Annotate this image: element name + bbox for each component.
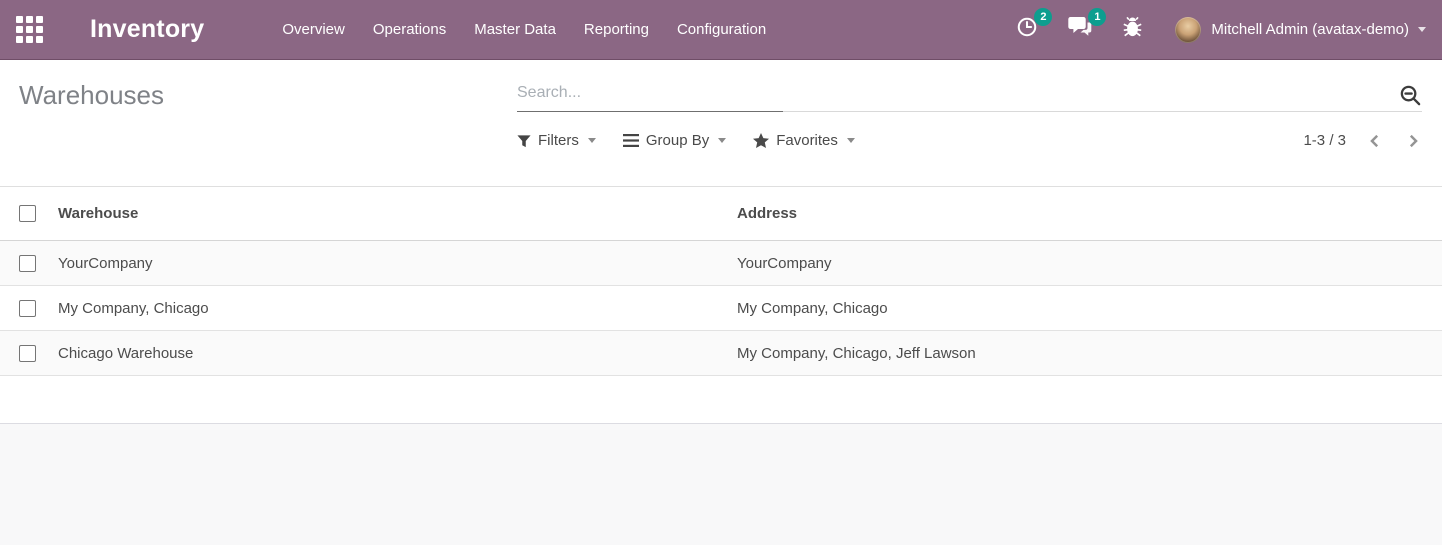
row-checkbox[interactable] (19, 345, 36, 362)
cell-address[interactable]: My Company, Chicago, Jeff Lawson (719, 331, 1442, 376)
filter-toolbar: Filters Group By Favorites (517, 132, 882, 149)
cell-warehouse[interactable]: Chicago Warehouse (40, 331, 719, 376)
page-title: Warehouses (19, 80, 164, 111)
pager-previous-button[interactable] (1368, 134, 1382, 148)
user-menu[interactable]: Mitchell Admin (avatax-demo) (1175, 17, 1426, 43)
menu-item-operations[interactable]: Operations (359, 0, 460, 60)
caret-down-icon (588, 138, 596, 143)
messages-badge: 1 (1088, 8, 1106, 26)
menu-item-configuration[interactable]: Configuration (663, 0, 780, 60)
row-checkbox[interactable] (19, 255, 36, 272)
row-checkbox-cell (0, 331, 40, 376)
activities-badge: 2 (1034, 8, 1052, 26)
cell-warehouse[interactable]: YourCompany (40, 241, 719, 286)
select-all-cell (0, 187, 40, 241)
user-avatar (1175, 17, 1201, 43)
top-navbar: Inventory Overview Operations Master Dat… (0, 0, 1442, 60)
pager-next-button[interactable] (1406, 134, 1420, 148)
caret-down-icon (847, 138, 855, 143)
filters-dropdown[interactable]: Filters (517, 132, 596, 149)
row-checkbox-cell (0, 286, 40, 331)
search-icon[interactable] (1399, 84, 1422, 107)
favorites-dropdown[interactable]: Favorites (753, 132, 855, 149)
control-panel: Warehouses Filters (0, 60, 1442, 186)
main-menu: Overview Operations Master Data Reportin… (268, 0, 780, 60)
user-name: Mitchell Admin (avatax-demo) (1211, 21, 1409, 38)
chevron-right-icon (1406, 136, 1420, 151)
table-row[interactable]: Chicago Warehouse My Company, Chicago, J… (0, 331, 1442, 376)
menu-item-overview[interactable]: Overview (268, 0, 359, 60)
warehouses-table: Warehouse Address YourCompany YourCompan… (0, 186, 1442, 376)
main-content: Warehouses Filters (0, 60, 1442, 424)
cell-warehouse[interactable]: My Company, Chicago (40, 286, 719, 331)
activities-button[interactable]: 2 (1016, 16, 1038, 43)
funnel-icon (517, 134, 531, 148)
menu-item-master-data[interactable]: Master Data (460, 0, 570, 60)
column-header-warehouse[interactable]: Warehouse (40, 187, 719, 241)
bug-icon (1122, 16, 1143, 43)
pager: 1-3 / 3 (1303, 132, 1420, 149)
row-checkbox[interactable] (19, 300, 36, 317)
caret-down-icon (718, 138, 726, 143)
warehouse-table-body: YourCompany YourCompany My Company, Chic… (0, 241, 1442, 376)
group-by-label: Group By (646, 132, 709, 149)
messages-button[interactable]: 1 (1068, 16, 1092, 43)
table-row[interactable]: YourCompany YourCompany (0, 241, 1442, 286)
app-title[interactable]: Inventory (90, 15, 204, 44)
group-by-dropdown[interactable]: Group By (623, 132, 726, 149)
chevron-left-icon (1368, 136, 1382, 151)
favorites-label: Favorites (776, 132, 838, 149)
debug-button[interactable] (1122, 16, 1143, 43)
page: Inventory Overview Operations Master Dat… (0, 0, 1442, 545)
filters-label: Filters (538, 132, 579, 149)
caret-down-icon (1418, 27, 1426, 32)
apps-grid-icon[interactable] (16, 16, 44, 44)
group-by-lines-icon (623, 134, 639, 147)
cell-address[interactable]: My Company, Chicago (719, 286, 1442, 331)
star-icon (753, 133, 769, 148)
table-row[interactable]: My Company, Chicago My Company, Chicago (0, 286, 1442, 331)
systray: 2 1 (1016, 16, 1442, 43)
row-checkbox-cell (0, 241, 40, 286)
select-all-checkbox[interactable] (19, 205, 36, 222)
menu-item-reporting[interactable]: Reporting (570, 0, 663, 60)
column-header-address[interactable]: Address (719, 187, 1442, 241)
search-bar (517, 74, 1422, 112)
pager-range[interactable]: 1-3 / 3 (1303, 132, 1346, 149)
table-header-row: Warehouse Address (0, 187, 1442, 241)
cell-address[interactable]: YourCompany (719, 241, 1442, 286)
search-input[interactable] (517, 74, 783, 112)
